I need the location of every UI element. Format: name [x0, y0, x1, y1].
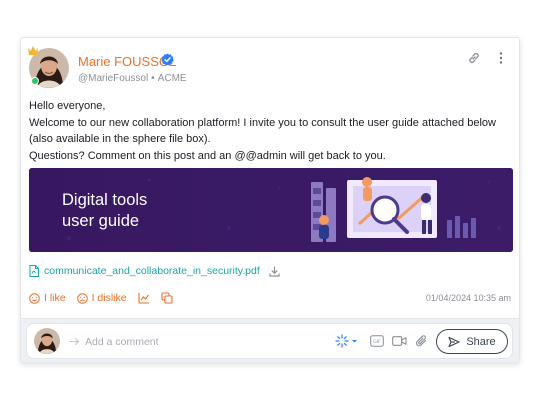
more-vertical-icon[interactable]: [496, 51, 506, 65]
video-icon[interactable]: [392, 334, 407, 348]
attachment-link[interactable]: communicate_and_collaborate_in_security.…: [44, 265, 260, 277]
post-text: Hello everyone, Welcome to our new colla…: [29, 98, 515, 164]
post-text-line: Questions? Comment on this post and an @…: [29, 149, 386, 162]
crown-icon: [28, 46, 38, 55]
comment-input[interactable]: [85, 333, 325, 351]
comment-bar: GIF Share: [21, 318, 519, 362]
author-org[interactable]: ACME: [158, 73, 187, 84]
paperclip-icon[interactable]: [415, 334, 428, 348]
link-icon[interactable]: [467, 51, 481, 65]
banner-title-line: Digital tools: [62, 191, 148, 209]
frown-icon: [76, 292, 88, 304]
author-meta: @MarieFoussol • ACME: [78, 73, 187, 84]
like-label: I like: [44, 292, 66, 304]
current-user-avatar: [34, 328, 60, 354]
gif-icon[interactable]: GIF: [370, 334, 384, 348]
post-timestamp: 01/04/2024 10:35 am: [425, 293, 511, 303]
user-guide-banner[interactable]: Digital tools user guide: [29, 168, 513, 252]
banner-title: Digital tools user guide: [62, 190, 147, 232]
banner-title-line: user guide: [62, 212, 140, 230]
arrow-icon: [69, 337, 80, 346]
share-label: Share: [466, 335, 496, 348]
svg-text:GIF: GIF: [373, 339, 381, 345]
download-icon[interactable]: [269, 265, 280, 277]
comment-box: GIF Share: [26, 323, 513, 359]
post-card: Marie FOUSSOL @MarieFoussol • ACME Hello e…: [20, 37, 520, 363]
separator-dot: •: [151, 73, 155, 84]
dislike-button[interactable]: I dislike: [76, 292, 127, 304]
like-button[interactable]: I like: [29, 292, 66, 304]
verified-icon: [161, 53, 174, 66]
author-avatar[interactable]: [28, 46, 69, 88]
online-status-indicator: [31, 77, 39, 85]
reaction-bar: I like I dislike: [29, 290, 184, 306]
sparkle-icon: [335, 334, 357, 348]
share-button[interactable]: Share: [436, 329, 508, 354]
send-icon: [448, 336, 460, 347]
author-handle: @MarieFoussol: [78, 73, 149, 84]
attachment-row: communicate_and_collaborate_in_security.…: [29, 263, 280, 279]
smile-icon: [29, 292, 40, 304]
post-text-line: Welcome to our new collaboration platfor…: [29, 116, 496, 146]
chart-icon[interactable]: [138, 292, 150, 304]
post-text-line: Hello everyone,: [29, 100, 106, 112]
pdf-icon: [29, 265, 39, 277]
dislike-label: I dislike: [91, 292, 127, 304]
copy-icon[interactable]: [161, 292, 173, 304]
ai-assistant-button[interactable]: [335, 334, 359, 348]
